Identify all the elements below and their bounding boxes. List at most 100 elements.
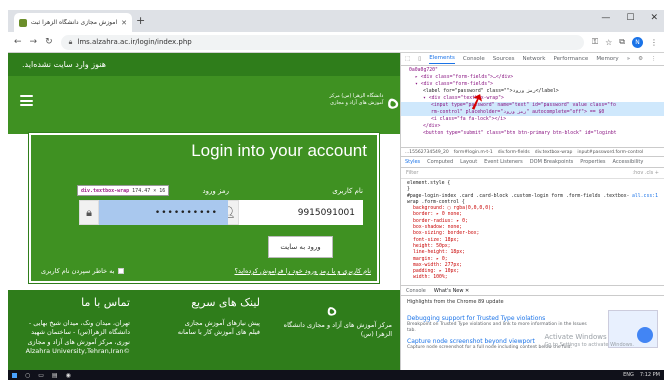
username-input[interactable]: 9915091001 <box>239 200 363 225</box>
subtab-properties[interactable]: Properties <box>580 159 605 165</box>
more-tabs-icon[interactable]: » <box>627 56 630 62</box>
subtab-layout[interactable]: Layout <box>460 159 477 165</box>
desktop-screen: آموزش مجازی دانشگاه الزهرا ثبت... ✕ + — … <box>8 10 664 380</box>
tab-sources[interactable]: Sources <box>493 56 515 62</box>
website-viewport: هنوز وارد سایت نشده‌اید. دانشگاه الزهرا … <box>8 53 400 370</box>
footer-contact: تماس با ما تهران، میدان ونک، میدان شیخ ب… <box>20 296 130 357</box>
minimize-icon[interactable]: — <box>601 13 610 23</box>
url-field[interactable]: 🔒︎ lms.alzahra.ac.ir/login/index.php <box>60 34 585 50</box>
remember-username: به خاطر سپردن نام کاربری <box>41 267 124 275</box>
drawer-tab-whats-new[interactable]: What's New ✕ <box>434 288 469 294</box>
devtools-menu-icon[interactable]: ⋮ <box>651 56 657 62</box>
chrome-icon[interactable]: ◉ <box>66 372 71 379</box>
system-tray: ENG 7:12 PM <box>623 372 660 378</box>
logo-text: دانشگاه الزهرا (س) مرکز آموزش های آزاد و… <box>329 93 384 106</box>
drawer-tab-console[interactable]: Console <box>406 288 426 294</box>
inspect-element-icon[interactable]: ⬚ <box>405 56 410 62</box>
forgot-password-link[interactable]: نام کاربری و یا رمز ورود خود را فراموش ک… <box>235 267 372 275</box>
dom-line[interactable]: <i class="fa fa-lock"></i> <box>409 116 664 123</box>
browser-tab-strip: آموزش مجازی دانشگاه الزهرا ثبت... ✕ + — … <box>8 10 664 32</box>
back-icon[interactable]: ← <box>14 37 22 47</box>
login-status-bar: هنوز وارد سایت نشده‌اید. <box>8 53 400 76</box>
tab-title: آموزش مجازی دانشگاه الزهرا ثبت... <box>31 19 118 26</box>
file-explorer-icon[interactable]: ▤ <box>52 372 58 379</box>
dom-line[interactable]: </div> <box>409 123 664 130</box>
hamburger-menu-icon[interactable] <box>20 95 33 106</box>
site-footer: تماس با ما تهران، میدان ونک، میدان شیخ ب… <box>8 290 400 370</box>
url-text: lms.alzahra.ac.ir/login/index.php <box>77 38 192 46</box>
device-toolbar-icon[interactable]: ▯ <box>418 56 421 62</box>
search-icon[interactable]: ○ <box>25 372 30 379</box>
link-tutorial-videos[interactable]: فیلم های آموزش کار با سامانه <box>150 328 260 337</box>
profile-avatar[interactable]: N <box>632 36 643 48</box>
subtab-computed[interactable]: Computed <box>427 159 453 165</box>
window-controls: — ☐ ✕ <box>601 13 658 23</box>
dom-line[interactable]: ▸ <div class="form-fields">…</div> <box>409 74 664 81</box>
css-property[interactable]: width: 100%; <box>407 275 658 281</box>
styles-filter[interactable]: Filter :hov .cls + <box>401 168 664 179</box>
star-icon[interactable]: ☆ <box>605 38 612 47</box>
extensions-icon[interactable]: ⧉ <box>619 37 625 47</box>
maximize-icon[interactable]: ☐ <box>626 13 634 23</box>
devtools-tabs: ⬚ ▯ Elements Console Sources Network Per… <box>401 53 664 66</box>
footer-links: لینک های سریع پیش نیازهای آموزش مجازی فی… <box>150 296 260 338</box>
activate-title: Activate Windows <box>544 333 607 341</box>
password-input[interactable]: •••••••••• <box>99 200 228 225</box>
site-header: دانشگاه الزهرا (س) مرکز آموزش های آزاد و… <box>8 76 400 134</box>
subtab-dom-breakpoints[interactable]: DOM Breakpoints <box>530 159 573 165</box>
forward-icon[interactable]: → <box>30 37 38 47</box>
filter-options[interactable]: :hov .cls + <box>632 170 659 176</box>
alzahra-logo-icon: ﻩ <box>386 85 400 115</box>
breadcrumb-item[interactable]: input#password.form-control <box>577 150 643 155</box>
drawer-tabs: Console What's New ✕ <box>401 285 664 296</box>
remember-checkbox[interactable] <box>117 268 124 274</box>
close-window-icon[interactable]: ✕ <box>650 13 658 23</box>
username-label: نام کاربری <box>332 187 363 195</box>
breadcrumb-item[interactable]: div.textbox-wrap <box>535 150 573 155</box>
login-button[interactable]: ورود به سایت <box>268 236 333 258</box>
tab-console[interactable]: Console <box>463 56 485 62</box>
windows-start-icon[interactable] <box>12 372 17 378</box>
task-view-icon[interactable]: ▭ <box>38 372 44 379</box>
tab-network[interactable]: Network <box>522 56 545 62</box>
breadcrumb-item[interactable]: form#login.m-t-1 <box>454 150 493 155</box>
dom-line[interactable]: ▾ <div class="form-fields"> <box>409 81 664 88</box>
breadcrumb-item[interactable]: ...15562734549_20 <box>405 150 449 155</box>
link-prerequisites[interactable]: پیش نیازهای آموزش مجازی <box>150 319 260 328</box>
tab-memory[interactable]: Memory <box>596 56 618 62</box>
tab-close-icon[interactable]: ✕ <box>121 19 127 27</box>
devtools-inspect-tooltip: div.textbox-wrap 174.47 × 16 <box>77 185 170 196</box>
dom-line[interactable]: 0a0a0g720" <box>409 67 664 74</box>
dom-line-selected-cont[interactable]: rm-control" placeholder="رمز ورود" autoc… <box>401 109 664 116</box>
rule-source-link[interactable]: all.css:1 <box>632 194 658 200</box>
dom-line-selected[interactable]: <input type="password" name="text" id="p… <box>401 102 664 109</box>
red-annotation-arrow-icon: ➚ <box>464 86 490 120</box>
new-tab-button[interactable]: + <box>136 14 145 27</box>
browser-tab[interactable]: آموزش مجازی دانشگاه الزهرا ثبت... ✕ <box>14 13 132 32</box>
subtab-accessibility[interactable]: Accessibility <box>613 159 644 165</box>
video-frame: آموزش مجازی دانشگاه الزهرا ثبت... ✕ + — … <box>0 0 672 389</box>
key-icon[interactable]: ⚿ <box>592 37 598 47</box>
menu-icon[interactable]: ⋮ <box>650 38 658 47</box>
clock[interactable]: 7:12 PM <box>640 372 660 378</box>
elements-tree: 0a0a0g720" ▸ <div class="form-fields">…<… <box>401 66 664 148</box>
footer-logo-icon: ﻩ <box>326 296 338 321</box>
dom-line[interactable]: <button type="submit" class="btn btn-pri… <box>409 130 664 137</box>
subtab-event-listeners[interactable]: Event Listeners <box>484 159 523 165</box>
breadcrumb-item[interactable]: div.form-fields <box>498 150 530 155</box>
links-title: لینک های سریع <box>191 296 260 309</box>
tab-elements[interactable]: Elements <box>429 55 455 64</box>
subtab-styles[interactable]: Styles <box>405 159 420 165</box>
site-logo[interactable]: دانشگاه الزهرا (س) مرکز آموزش های آزاد و… <box>313 87 400 113</box>
dom-line[interactable]: <label for="password" class="">رمز ورود<… <box>409 88 664 95</box>
tab-performance[interactable]: Performance <box>553 56 588 62</box>
dom-line[interactable]: ▾ <div class="textbox-wrap"> <box>409 95 664 102</box>
inspect-tag: div.textbox-wrap <box>81 187 130 194</box>
language-indicator[interactable]: ENG <box>623 372 634 378</box>
login-options-row: نام کاربری و یا رمز ورود خود را فراموش ک… <box>41 267 371 275</box>
reload-icon[interactable]: ↻ <box>45 37 53 47</box>
windows-taskbar: ○ ▭ ▤ ◉ ENG 7:12 PM <box>8 370 664 380</box>
about-text: مرکز آموزش های آزاد و مجازی دانشگاه الزه… <box>283 321 392 339</box>
whats-new-panel: Highlights from the Chrome 89 update Deb… <box>401 296 664 359</box>
settings-gear-icon[interactable]: ⚙ <box>638 56 643 62</box>
